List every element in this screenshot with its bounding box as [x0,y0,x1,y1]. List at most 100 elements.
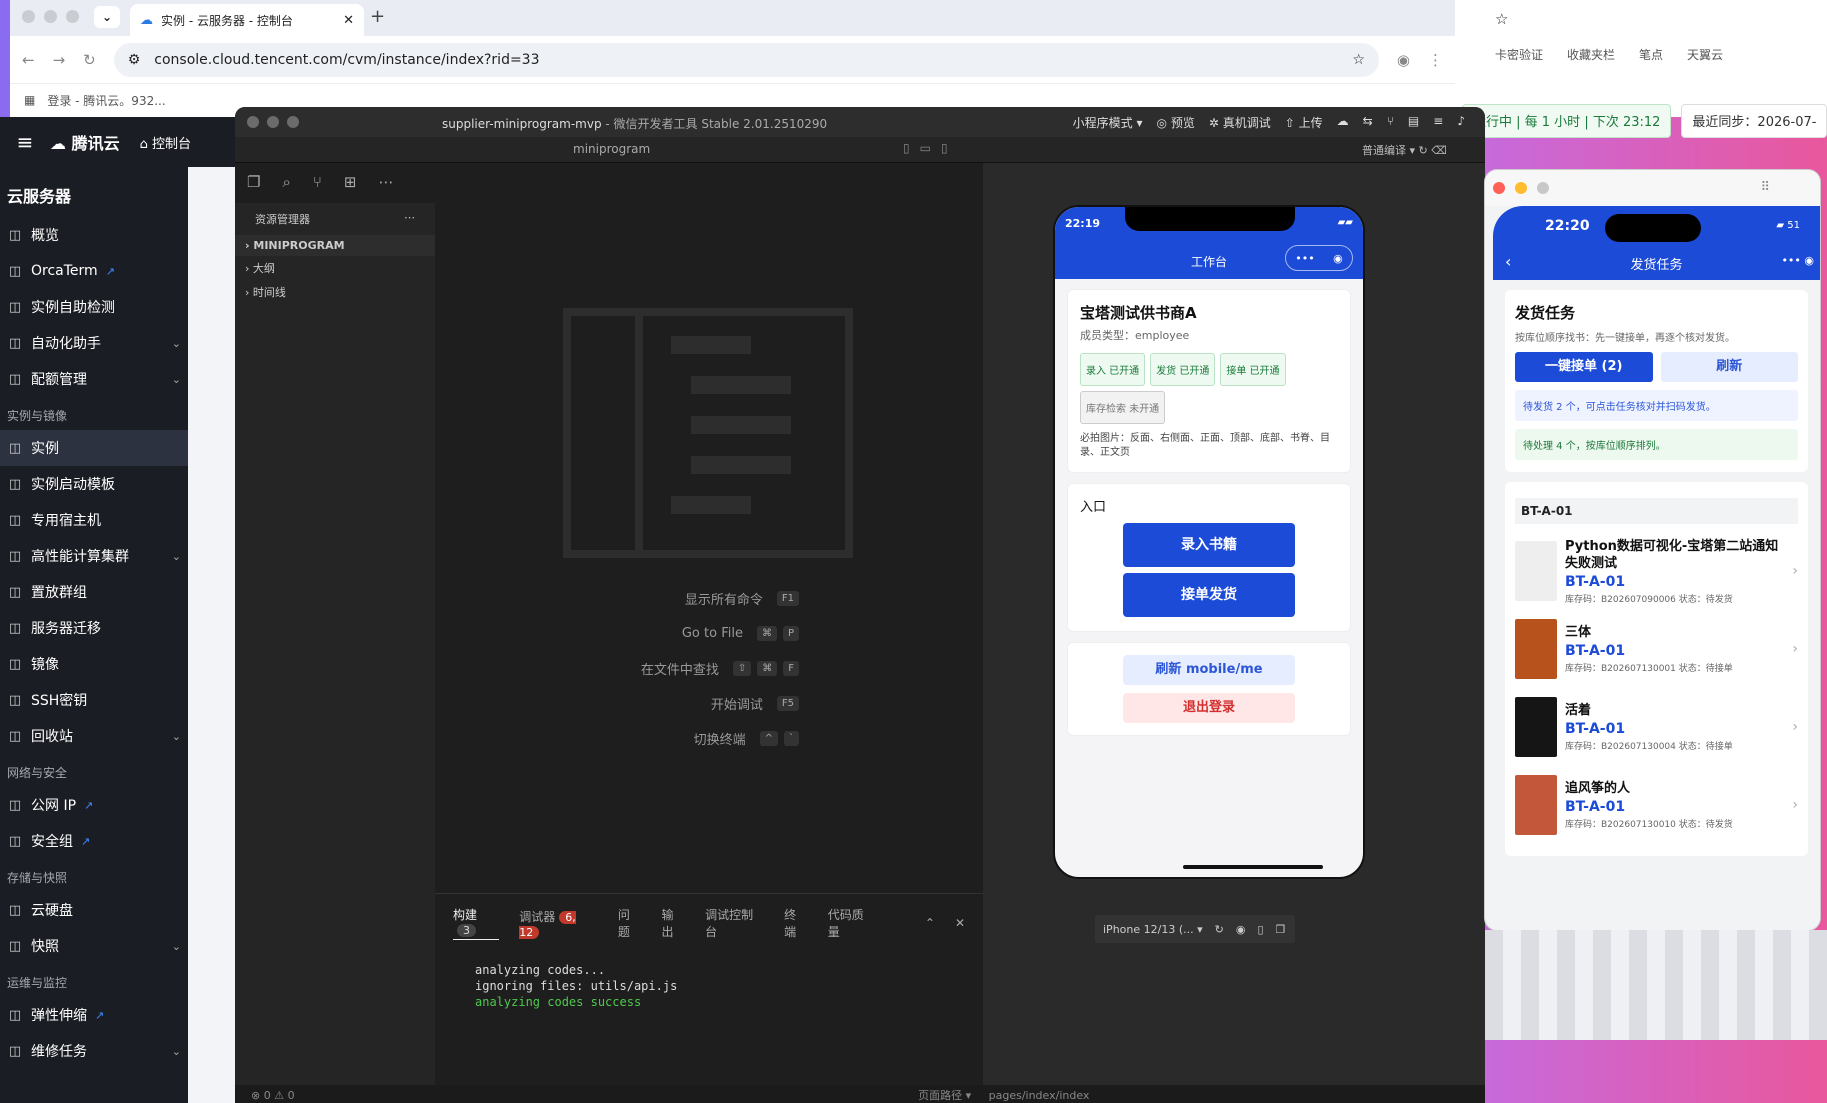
shortcut-item[interactable]: 切换终端 ^ ` [565,721,865,756]
bookmark-item[interactable]: 卡密验证 [1495,46,1543,63]
bookmark-item[interactable]: 收藏夹栏 [1567,46,1615,63]
brand-logo[interactable]: ☁ 腾讯云 [50,130,120,154]
tree-item[interactable]: › MINIPROGRAM [235,235,435,256]
tree-item[interactable]: › 大纲 [235,256,435,280]
menu-icon[interactable]: ⋮ [1428,51,1443,69]
url-field[interactable]: ⚙ console.cloud.tencent.com/cvm/instance… [113,42,1379,77]
search-icon[interactable]: ⌕ [282,173,290,193]
tab-terminal[interactable]: 终端 [784,906,808,940]
sidebar-item[interactable]: ◫ 概览 [0,217,188,253]
forward-icon[interactable]: → [53,51,66,69]
git-icon[interactable]: ⑂ [313,173,322,193]
more-icon[interactable]: ⋯ [404,211,415,227]
shortcut-item[interactable]: 在文件中查找 ⇧ ⌘ F [565,651,865,686]
upload-button[interactable]: ⇧ 上传 [1285,114,1323,131]
refresh-button[interactable]: 刷新 [1660,352,1798,382]
sidebar-item[interactable]: ◫ SSH密钥 [0,682,188,718]
star-icon[interactable]: ☆ [1495,10,1508,28]
window-icon[interactable]: ❐ [1276,923,1286,936]
logout-button[interactable]: 退出登录 [1123,693,1295,723]
min-dot[interactable] [267,116,279,128]
max-dot[interactable] [287,116,299,128]
sidebar-item[interactable]: ◫ 实例 [0,430,188,466]
files-icon[interactable]: ❐ [247,173,260,193]
device-select[interactable]: iPhone 12/13 (... ▾ [1103,923,1203,936]
branch-icon[interactable]: ⑂ [1387,114,1394,131]
sidebar-item[interactable]: ◫ 回收站 ⌄ [0,718,188,754]
more-icon[interactable]: ⋯ [378,173,393,193]
phone-icon[interactable]: ▯ [1257,923,1263,936]
page-path-label[interactable]: 页面路径 ▾ [918,1089,971,1102]
task-row[interactable]: 追风筝的人 BT-A-01 库存码：B202607130010 状态：待发货 › [1515,766,1798,844]
remote-debug-button[interactable]: ✲ 真机调试 [1209,114,1271,131]
layout-icon[interactable]: ▤ [1408,114,1419,131]
tab-build[interactable]: 构建3 [453,906,500,940]
sidebar-item[interactable]: ◫ 云硬盘 [0,892,188,928]
capsule-menu[interactable]: ••• ◉ [1285,245,1353,271]
task-row[interactable]: Python数据可视化-宝塔第二站通知失败测试 BT-A-01 库存码：B20260… [1515,532,1798,610]
swap-icon[interactable]: ⇆ [1363,114,1373,131]
tab-problems[interactable]: 问题 [618,906,642,940]
tab-debug-console[interactable]: 调试控制台 [705,906,764,940]
bookmark-item[interactable]: 天翼云 [1687,46,1723,63]
cloud-icon[interactable]: ☁ [1337,114,1349,131]
record-icon[interactable]: ◉ [1236,923,1246,936]
tab-search-icon[interactable]: ⌄ [94,6,120,28]
task-row[interactable]: 活着 BT-A-01 库存码：B202607130004 状态：待接单 › [1515,688,1798,766]
control-panel-link[interactable]: ⌂ 控制台 [140,133,191,152]
min-dot[interactable] [1515,182,1527,194]
close-dot[interactable] [22,10,35,23]
hamburger-icon[interactable]: ≡ [0,130,50,154]
sidebar-item[interactable]: ◫ 实例自助检测 [0,289,188,325]
compile-select[interactable]: 普通编译 ▾ ↻ ⌫ [1362,142,1447,158]
tree-item[interactable]: › 时间线 [235,280,435,304]
accept-all-button[interactable]: 一键接单 (2) [1515,352,1653,382]
close-icon[interactable]: ✕ [343,13,354,28]
shortcut-item[interactable]: 开始调试 F5 [565,686,865,721]
tab-debugger[interactable]: 调试器 6, 12 [519,908,598,939]
star-icon[interactable]: ☆ [1352,52,1365,68]
close-dot[interactable] [247,116,259,128]
tab-quality[interactable]: 代码质量 [828,906,875,940]
sidebar-item[interactable]: ◫ 镜像 [0,646,188,682]
close-dot[interactable] [1493,182,1505,194]
collapse-icon[interactable]: ⌃ [925,916,935,930]
sidebar-item[interactable]: ◫ 专用宿主机 [0,502,188,538]
browser-tab[interactable]: ☁ 实例 - 云服务器 - 控制台 ✕ [130,4,364,36]
preview-button[interactable]: ◎ 预览 [1157,114,1195,131]
sidebar-item[interactable]: ◫ 实例启动模板 [0,466,188,502]
add-book-button[interactable]: 录入书籍 [1123,523,1295,567]
sidebar-item[interactable]: ◫ 置放群组 [0,574,188,610]
max-dot[interactable] [66,10,79,23]
shortcut-item[interactable]: 显示所有命令 F1 [565,581,865,616]
sidebar-item[interactable]: ◫ 快照 ⌄ [0,928,188,964]
reload-icon[interactable]: ↻ [83,51,96,69]
task-row[interactable]: 三体 BT-A-01 库存码：B202607130001 状态：待接单 › [1515,610,1798,688]
list-icon[interactable]: ≡ [1433,114,1443,131]
sidebar-item[interactable]: ◫ 弹性伸缩 ↗ [0,997,188,1033]
layout-toggle-icons[interactable]: ▯▭▯ [903,141,958,155]
close-icon[interactable]: ✕ [955,916,965,930]
refresh-button[interactable]: 刷新 mobile/me [1123,655,1295,685]
accept-ship-button[interactable]: 接单发货 [1123,573,1295,617]
bell-icon[interactable]: ♪ [1457,114,1465,131]
profile-icon[interactable]: ◉ [1397,51,1410,69]
sidebar-item[interactable]: ◫ 公网 IP ↗ [0,787,188,823]
mode-select[interactable]: 小程序模式 ▾ [1073,114,1143,131]
min-dot[interactable] [44,10,57,23]
sidebar-item[interactable]: ◫ 自动化助手 ⌄ [0,325,188,361]
bookmark-login[interactable]: 登录 - 腾讯云。932... [47,92,165,109]
sidebar-item[interactable]: ◫ 维修任务 ⌄ [0,1033,188,1069]
max-dot[interactable] [1537,182,1549,194]
grid-icon[interactable]: ⠿ [1760,180,1770,195]
rotate-icon[interactable]: ↻ [1215,923,1224,936]
extensions-icon[interactable]: ⊞ [344,173,357,193]
bookmark-item[interactable]: 笔点 [1639,46,1663,63]
sidebar-item[interactable]: ◫ 安全组 ↗ [0,823,188,859]
tab-output[interactable]: 输出 [661,906,685,940]
sidebar-item[interactable]: ◫ 配额管理 ⌄ [0,361,188,397]
sidebar-item[interactable]: ◫ OrcaTerm ↗ [0,253,188,289]
sidebar-item[interactable]: ◫ 服务器迁移 [0,610,188,646]
back-icon[interactable]: ← [22,51,35,69]
new-tab-icon[interactable]: + [370,6,385,27]
